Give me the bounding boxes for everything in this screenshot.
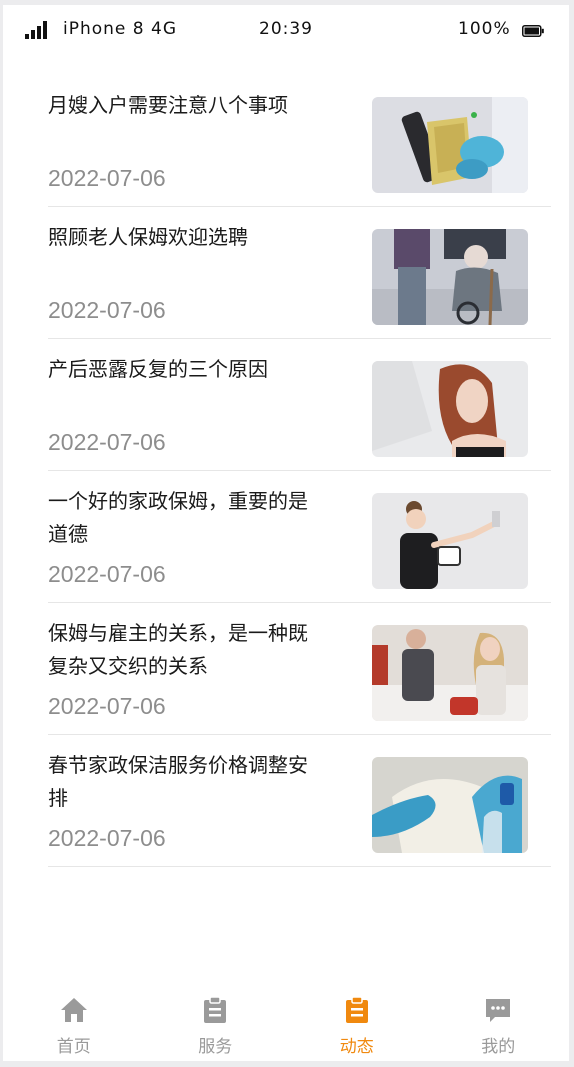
news-thumbnail xyxy=(372,757,528,853)
news-date: 2022-07-06 xyxy=(48,165,166,191)
news-title: 一个好的家政保姆，重要的是道德 xyxy=(48,489,308,546)
tab-label: 我的 xyxy=(481,1037,516,1057)
tab-news[interactable]: 动态 xyxy=(286,990,428,1061)
tab-home[interactable]: 首页 xyxy=(3,990,145,1061)
news-date: 2022-07-06 xyxy=(48,297,166,323)
news-title: 照顾老人保姆欢迎选聘 xyxy=(48,225,248,249)
news-title: 保姆与雇主的关系，是一种既复杂又交织的关系 xyxy=(48,621,308,678)
news-thumbnail xyxy=(372,229,528,325)
clock: 20:39 xyxy=(259,19,313,39)
news-item[interactable]: 保姆与雇主的关系，是一种既复杂又交织的关系 2022-07-06 xyxy=(48,603,551,735)
phone-screen: iPhone 8 4G 20:39 100% 月嫂入户需要注意八个事项 2022… xyxy=(3,5,569,1061)
tab-bar: 首页 服务 动态 我的 xyxy=(3,990,569,1061)
news-thumbnail xyxy=(372,97,528,193)
tab-label: 服务 xyxy=(198,1037,233,1057)
tab-label: 首页 xyxy=(56,1037,91,1057)
home-icon xyxy=(60,998,87,1022)
clipboard-icon xyxy=(345,996,368,1023)
news-item[interactable]: 产后恶露反复的三个原因 2022-07-06 xyxy=(48,339,551,471)
signal-icon xyxy=(25,21,47,39)
news-title: 春节家政保洁服务价格调整安排 xyxy=(48,753,308,810)
news-title: 月嫂入户需要注意八个事项 xyxy=(48,93,288,117)
news-date: 2022-07-06 xyxy=(48,825,166,851)
news-list: 月嫂入户需要注意八个事项 2022-07-06 照顾老人保姆欢迎选聘 2022-… xyxy=(48,75,551,867)
chat-icon xyxy=(486,999,511,1022)
news-date: 2022-07-06 xyxy=(48,693,166,719)
tab-label: 动态 xyxy=(339,1037,374,1057)
news-title: 产后恶露反复的三个原因 xyxy=(48,357,268,381)
news-item[interactable]: 春节家政保洁服务价格调整安排 2022-07-06 xyxy=(48,735,551,867)
battery-icon xyxy=(522,25,544,37)
clipboard-icon xyxy=(204,996,227,1023)
tab-service[interactable]: 服务 xyxy=(145,990,287,1061)
news-date: 2022-07-06 xyxy=(48,429,166,455)
news-date: 2022-07-06 xyxy=(48,561,166,587)
status-bar: iPhone 8 4G 20:39 100% xyxy=(3,5,569,53)
news-thumbnail xyxy=(372,361,528,457)
news-item[interactable]: 照顾老人保姆欢迎选聘 2022-07-06 xyxy=(48,207,551,339)
battery-percent: 100% xyxy=(458,19,511,39)
tab-mine[interactable]: 我的 xyxy=(428,990,570,1061)
carrier-label: iPhone 8 4G xyxy=(63,19,177,39)
news-thumbnail xyxy=(372,625,528,721)
news-item[interactable]: 月嫂入户需要注意八个事项 2022-07-06 xyxy=(48,75,551,207)
news-item[interactable]: 一个好的家政保姆，重要的是道德 2022-07-06 xyxy=(48,471,551,603)
news-thumbnail xyxy=(372,493,528,589)
